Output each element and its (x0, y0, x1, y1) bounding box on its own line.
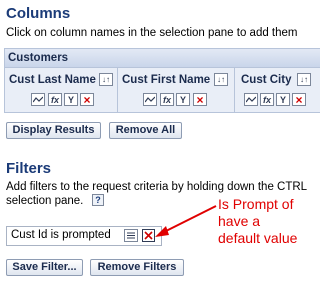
annotation-text-line2: have a (218, 213, 261, 229)
column-label[interactable]: Cust Last Name (9, 74, 96, 86)
columns-description: Click on column names in the selection p… (6, 27, 298, 39)
formula-icon[interactable]: fx (260, 93, 274, 106)
sort-icon[interactable]: ↓↑ (99, 73, 113, 86)
help-icon[interactable]: ? (92, 194, 104, 206)
display-results-button[interactable]: Display Results (6, 122, 101, 139)
format-column-icon[interactable] (244, 93, 258, 106)
format-column-icon[interactable] (143, 93, 157, 106)
annotation-text-line1: Is Prompt of (218, 196, 294, 212)
formula-icon[interactable]: fx (160, 93, 174, 106)
table-name: Customers (8, 52, 69, 64)
remove-column-icon[interactable]: × (80, 93, 94, 107)
remove-filters-button[interactable]: Remove Filters (90, 259, 184, 276)
annotation-arrow (155, 205, 217, 237)
remove-column-icon[interactable]: × (292, 93, 306, 107)
format-column-icon[interactable] (31, 93, 45, 106)
filter-icon[interactable]: Y (176, 93, 190, 106)
filters-description-line2: selection pane. (6, 195, 84, 207)
annotation-text-line3: default value (218, 230, 298, 246)
edit-filter-icon[interactable] (124, 229, 138, 242)
filter-label[interactable]: Cust Id is prompted (11, 229, 111, 241)
remove-column-icon[interactable]: × (193, 93, 207, 107)
filter-icon[interactable]: Y (64, 93, 78, 106)
filters-description: Add filters to the request criteria by h… (6, 181, 308, 193)
remove-all-button[interactable]: Remove All (109, 122, 182, 139)
column-label[interactable]: Cust City (241, 74, 291, 86)
formula-icon[interactable]: fx (48, 93, 62, 106)
filter-icon[interactable]: Y (276, 93, 290, 106)
sort-icon[interactable]: ↓↑ (297, 73, 311, 86)
filters-title: Filters (6, 160, 52, 177)
columns-title: Columns (6, 5, 71, 22)
save-filter-button[interactable]: Save Filter... (6, 259, 83, 276)
sort-icon[interactable]: ↓↑ (214, 73, 228, 86)
column-label[interactable]: Cust First Name (122, 74, 210, 86)
